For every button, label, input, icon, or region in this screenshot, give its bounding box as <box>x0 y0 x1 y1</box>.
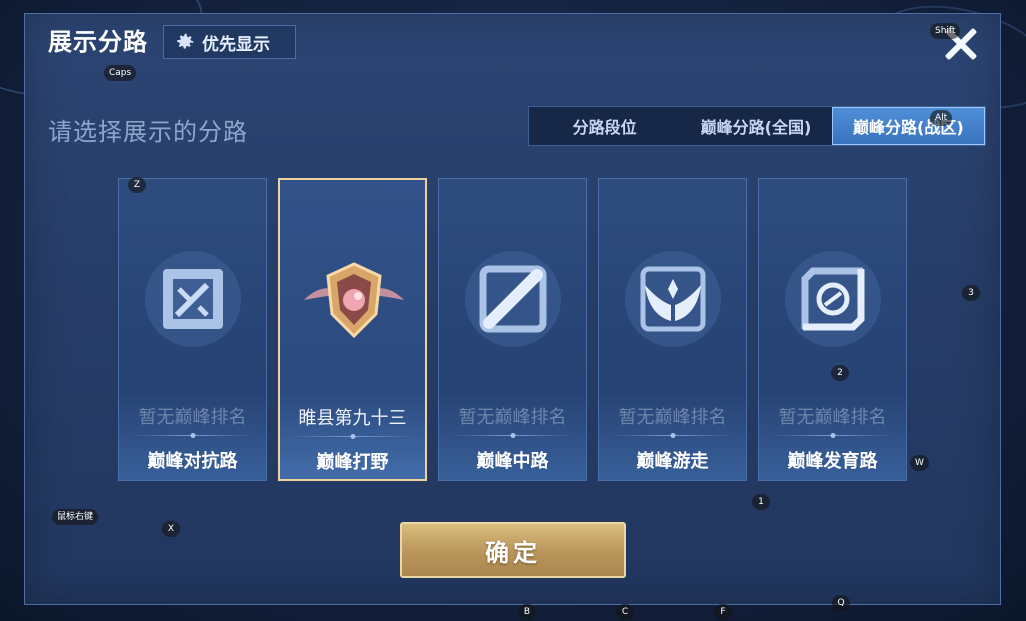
card-divider <box>451 435 574 436</box>
gear-icon <box>177 33 194 49</box>
key-hint-f: F <box>714 604 732 620</box>
card-divider <box>611 435 734 436</box>
lane-name: 巅峰发育路 <box>787 451 878 472</box>
rank-text: 睢县第九十三 <box>298 408 407 429</box>
rank-text: 暂无巅峰排名 <box>618 407 727 428</box>
key-hint-shift: Shift <box>930 23 961 39</box>
key-hint-2: 2 <box>831 365 849 381</box>
card-divider <box>131 435 254 436</box>
wings-icon <box>625 251 721 347</box>
key-hint-q: Q <box>832 595 850 611</box>
rank-text: 暂无巅峰排名 <box>138 407 247 428</box>
lane-tabs: 分路段位 巅峰分路(全国) 巅峰分路(战区) <box>528 106 986 146</box>
lane-card-list: 暂无巅峰排名 巅峰对抗路 睢县第九十三 巅峰打野 暂无巅峰排名 巅峰中路 暂无巅… <box>118 178 908 483</box>
card-divider <box>292 436 413 437</box>
jungle-badge-icon <box>304 262 404 339</box>
lane-card-clash[interactable]: 暂无巅峰排名 巅峰对抗路 <box>118 178 267 481</box>
tab-lane-rank[interactable]: 分路段位 <box>529 107 680 145</box>
key-hint-b: B <box>518 604 536 620</box>
tab-peak-national[interactable]: 巅峰分路(全国) <box>680 107 831 145</box>
rank-text: 暂无巅峰排名 <box>778 407 887 428</box>
key-hint-x: X <box>162 521 180 537</box>
key-hint-right-click: 鼠标右键 <box>52 509 99 525</box>
key-hint-w: W <box>910 455 929 471</box>
lane-card-jungle[interactable]: 睢县第九十三 巅峰打野 <box>278 178 427 481</box>
key-hint-caps: Caps <box>104 65 137 81</box>
tab-peak-region[interactable]: 巅峰分路(战区) <box>831 107 985 145</box>
key-hint-1: 1 <box>752 494 770 510</box>
rank-text: 暂无巅峰排名 <box>458 407 567 428</box>
lane-name: 巅峰中路 <box>476 451 549 472</box>
key-hint-alt: Alt <box>930 110 953 126</box>
priority-display-label: 优先显示 <box>202 34 270 55</box>
key-hint-c: C <box>616 604 634 620</box>
lane-card-mid[interactable]: 暂无巅峰排名 巅峰中路 <box>438 178 587 481</box>
key-hint-z: Z <box>128 177 146 193</box>
mid-lane-icon <box>465 251 561 347</box>
marksman-icon <box>785 251 881 347</box>
dialog-subtitle: 请选择展示的分路 <box>48 118 248 146</box>
key-hint-3: 3 <box>962 285 980 301</box>
sword-icon <box>145 251 241 347</box>
confirm-button[interactable]: 确定 <box>400 522 626 578</box>
lane-name: 巅峰游走 <box>636 451 709 472</box>
card-divider <box>771 435 894 436</box>
lane-card-roam[interactable]: 暂无巅峰排名 巅峰游走 <box>598 178 747 481</box>
lane-card-farm[interactable]: 暂无巅峰排名 巅峰发育路 <box>758 178 907 481</box>
lane-name: 巅峰打野 <box>316 452 389 473</box>
dialog-title: 展示分路 <box>48 28 148 56</box>
lane-name: 巅峰对抗路 <box>147 451 238 472</box>
priority-display-button[interactable]: 优先显示 <box>163 25 296 59</box>
